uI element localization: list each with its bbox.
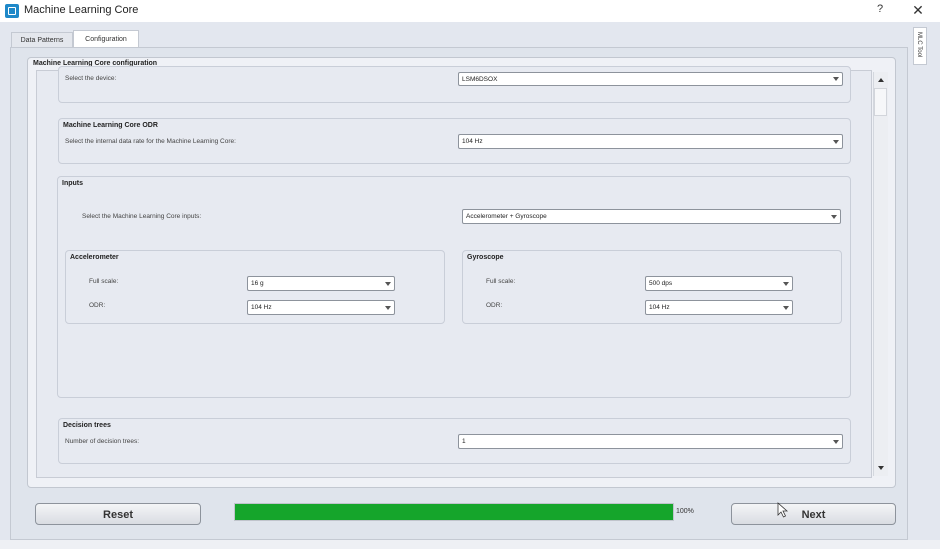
scrollbar-thumb[interactable]: [874, 88, 887, 116]
accel-full-scale-label: Full scale:: [89, 278, 119, 285]
accel-odr-value: 104 Hz: [251, 304, 272, 311]
gyro-odr-select[interactable]: 104 Hz: [645, 300, 793, 315]
app-logo-icon: [5, 4, 19, 18]
scroll-down-arrow-icon[interactable]: [873, 462, 888, 474]
odr-group-title: Machine Learning Core ODR: [63, 122, 158, 129]
decision-trees-label: Number of decision trees:: [65, 438, 140, 445]
device-label: Select the device:: [65, 75, 117, 82]
accel-full-scale-select[interactable]: 16 g: [247, 276, 395, 291]
inputs-select-value: Accelerometer + Gyroscope: [466, 213, 547, 220]
chevron-down-icon: [829, 210, 838, 223]
accelerometer-title: Accelerometer: [70, 254, 119, 261]
chevron-down-icon: [781, 277, 790, 290]
mouse-cursor-icon: [777, 502, 789, 518]
help-button[interactable]: ?: [870, 3, 890, 19]
title-bar: [0, 0, 940, 22]
device-select-value: LSM6DSOX: [462, 76, 498, 83]
close-button[interactable]: ✕: [905, 2, 931, 20]
chevron-down-icon: [831, 135, 840, 148]
window-title: Machine Learning Core: [24, 4, 139, 16]
inputs-group-title: Inputs: [62, 180, 83, 187]
chevron-down-icon: [383, 301, 392, 314]
gyro-odr-value: 104 Hz: [649, 304, 670, 311]
window-bottom-border: [0, 540, 940, 549]
vertical-scrollbar[interactable]: [873, 72, 888, 476]
tab-data-patterns[interactable]: Data Patterns: [11, 32, 73, 47]
accel-odr-label: ODR:: [89, 302, 106, 309]
chevron-down-icon: [831, 73, 840, 85]
scroll-up-arrow-icon[interactable]: [873, 74, 888, 86]
device-select[interactable]: LSM6DSOX: [458, 72, 843, 86]
decision-trees-title: Decision trees: [63, 422, 111, 429]
side-tab-label: MLC Tool: [916, 32, 922, 58]
odr-select-value: 104 Hz: [462, 138, 483, 145]
accel-full-scale-value: 16 g: [251, 280, 264, 287]
decision-trees-value: 1: [462, 438, 466, 445]
gyro-full-scale-select[interactable]: 500 dps: [645, 276, 793, 291]
inputs-select[interactable]: Accelerometer + Gyroscope: [462, 209, 841, 224]
gyroscope-title: Gyroscope: [467, 254, 504, 261]
side-tab-mlc-tool[interactable]: MLC Tool: [913, 27, 927, 65]
chevron-down-icon: [831, 435, 840, 448]
chevron-down-icon: [383, 277, 392, 290]
odr-label: Select the internal data rate for the Ma…: [65, 138, 236, 145]
tab-configuration[interactable]: Configuration: [73, 30, 139, 47]
progress-bar-fill: [235, 504, 673, 520]
gyro-full-scale-label: Full scale:: [486, 278, 516, 285]
decision-trees-select[interactable]: 1: [458, 434, 843, 449]
next-button[interactable]: Next: [731, 503, 896, 525]
gyro-odr-label: ODR:: [486, 302, 503, 309]
accel-odr-select[interactable]: 104 Hz: [247, 300, 395, 315]
progress-percent: 100%: [676, 508, 694, 515]
odr-select[interactable]: 104 Hz: [458, 134, 843, 149]
inputs-label: Select the Machine Learning Core inputs:: [82, 213, 202, 220]
chevron-down-icon: [781, 301, 790, 314]
gyro-full-scale-value: 500 dps: [649, 280, 673, 287]
reset-button[interactable]: Reset: [35, 503, 201, 525]
